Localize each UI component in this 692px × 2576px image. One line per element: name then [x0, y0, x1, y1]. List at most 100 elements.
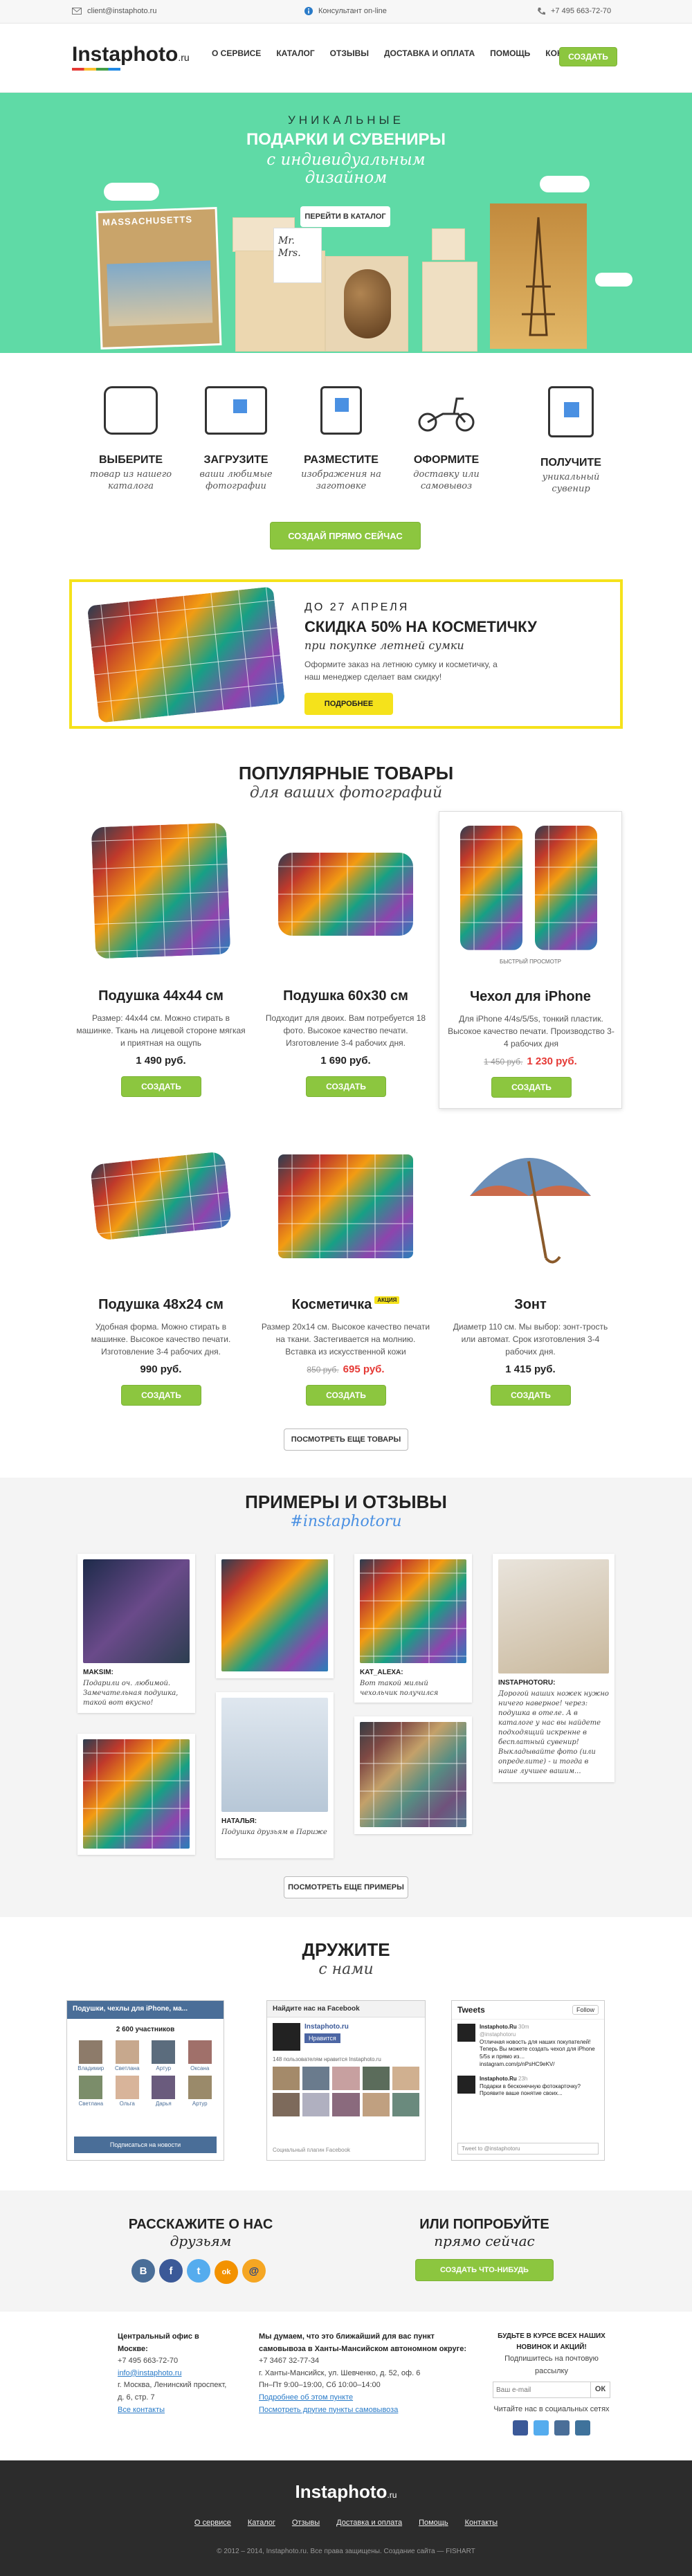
review-user[interactable]: НАТАЛЬЯ:	[221, 1817, 328, 1825]
twitter-icon[interactable]	[534, 2420, 549, 2436]
topbar-email[interactable]: client@instaphoto.ru	[72, 7, 156, 15]
product-image[interactable]	[91, 822, 231, 959]
product-create-button[interactable]: Создать	[491, 1385, 571, 1406]
product-image[interactable]	[278, 1154, 413, 1258]
product-name[interactable]: Подушка 60x30 см	[254, 988, 437, 1004]
product-name[interactable]: Чехол для iPhone	[439, 989, 621, 1005]
product-create-button[interactable]: Создать	[491, 1077, 572, 1098]
tw-avatar[interactable]	[457, 2075, 475, 2094]
nav-item-about[interactable]: О сервисе	[212, 48, 261, 58]
vk-member[interactable]: Оксана	[183, 2040, 217, 2071]
footer-nav-reviews[interactable]: Отзывы	[292, 2519, 320, 2527]
instagram-icon[interactable]	[575, 2420, 590, 2436]
fb-face[interactable]	[302, 2093, 330, 2116]
footer-nav-delivery[interactable]: Доставка и оплата	[336, 2519, 402, 2527]
facebook-icon[interactable]	[513, 2420, 528, 2436]
vk-subscribe-button[interactable]: Подписаться на новости	[74, 2137, 217, 2153]
footer-logo[interactable]: Instaphoto.ru	[0, 2481, 692, 2503]
product-image[interactable]	[535, 826, 597, 950]
fb-face[interactable]	[362, 2093, 390, 2116]
more-reviews-button[interactable]: Посмотреть еще примеры	[284, 1876, 408, 1898]
office-phone[interactable]: +7 495 663-72-70	[118, 2355, 228, 2368]
footer-nav-contacts[interactable]: Контакты	[465, 2519, 498, 2527]
fb-face[interactable]	[332, 2067, 360, 2090]
review-photo[interactable]	[498, 1559, 609, 1674]
product-create-button[interactable]: Создать	[306, 1076, 386, 1097]
product-image[interactable]	[460, 826, 522, 950]
product-create-button[interactable]: Создать	[121, 1385, 201, 1406]
nav-item-delivery[interactable]: Доставка и оплата	[384, 48, 475, 58]
subscribe-email-input[interactable]	[493, 2382, 591, 2399]
create-now-button[interactable]: Создай прямо сейчас	[270, 522, 421, 550]
header-create-button[interactable]: Создать	[559, 47, 617, 66]
fb-face[interactable]	[362, 2067, 390, 2090]
nav-item-reviews[interactable]: Отзывы	[330, 48, 369, 58]
review-photo[interactable]	[83, 1559, 190, 1663]
review-photo[interactable]	[83, 1739, 190, 1849]
topbar-chat[interactable]: Консультант on-line	[304, 7, 387, 15]
review-photo[interactable]	[360, 1559, 466, 1663]
nav-item-help[interactable]: Помощь	[490, 48, 530, 58]
fb-face[interactable]	[273, 2067, 300, 2090]
product-name-wrap[interactable]: Косметичка Акция	[254, 1296, 437, 1313]
office-email-link[interactable]: info@instaphoto.ru	[118, 2369, 182, 2377]
topbar-phone[interactable]: +7 495 663-72-70	[537, 7, 611, 15]
fb-like-button[interactable]: Нравится	[304, 2033, 340, 2043]
review-user[interactable]: KAT_ALEXA:	[360, 1669, 466, 1676]
tw-tweet-input[interactable]: Tweet to @instaphotoru	[457, 2143, 599, 2155]
tw-avatar[interactable]	[457, 2024, 475, 2042]
fb-face[interactable]	[392, 2093, 419, 2116]
nav-item-catalog[interactable]: Каталог	[276, 48, 314, 58]
footer-nav-help[interactable]: Помощь	[419, 2519, 448, 2527]
fb-page-name[interactable]: Instaphoto.ru	[304, 2023, 349, 2031]
tw-user[interactable]: Instaphoto.Ru	[480, 2076, 517, 2082]
tw-user[interactable]: Instaphoto.Ru	[480, 2024, 517, 2030]
product-name[interactable]: Подушка 44x44 см	[69, 988, 253, 1004]
twitter-icon[interactable]: t	[187, 2259, 210, 2283]
review-photo[interactable]	[221, 1559, 328, 1671]
odnoklassniki-icon[interactable]: ok	[215, 2260, 238, 2284]
vk-member[interactable]: Светлана	[74, 2076, 108, 2107]
fb-page-avatar[interactable]	[273, 2023, 300, 2051]
hero-catalog-button[interactable]: Перейти в каталог	[300, 206, 390, 227]
product-name[interactable]: Зонт	[439, 1297, 622, 1313]
create-something-button[interactable]: Создать что-нибудь	[415, 2259, 554, 2281]
review-photo[interactable]	[221, 1698, 328, 1812]
vk-member[interactable]: Владимир	[74, 2040, 108, 2071]
other-pickup-link[interactable]: Посмотреть другие пункты самовывоза	[259, 2406, 398, 2414]
fb-face[interactable]	[392, 2067, 419, 2090]
product-image[interactable]	[278, 853, 413, 936]
tw-follow-button[interactable]: Follow	[572, 2005, 599, 2015]
review-user[interactable]: INSTAPHOTORU:	[498, 1679, 609, 1687]
pickup-details-link[interactable]: Подробнее об этом пункте	[259, 2393, 353, 2402]
fb-face[interactable]	[273, 2093, 300, 2116]
vk-member[interactable]: Артур	[147, 2040, 181, 2071]
vk-member[interactable]: Артур	[183, 2076, 217, 2107]
product-image[interactable]	[463, 1134, 598, 1265]
more-products-button[interactable]: Посмотреть еще товары	[284, 1428, 408, 1451]
product-create-button[interactable]: Создать	[306, 1385, 386, 1406]
product-name[interactable]: Подушка 48x24 см	[69, 1297, 253, 1313]
review-photo[interactable]	[360, 1722, 466, 1827]
fb-face[interactable]	[302, 2067, 330, 2090]
footer-nav-catalog[interactable]: Каталог	[248, 2519, 275, 2527]
pickup-phone[interactable]: +7 3467 32-77-34	[259, 2355, 466, 2368]
all-contacts-link[interactable]: Все контакты	[118, 2406, 165, 2414]
product-create-button[interactable]: Создать	[121, 1076, 201, 1097]
vk-member[interactable]: Дарья	[147, 2076, 181, 2107]
footer-nav-about[interactable]: О сервисе	[194, 2519, 231, 2527]
subscribe-ok-button[interactable]: ОК	[591, 2382, 610, 2399]
logo[interactable]: Instaphoto.ru	[72, 43, 190, 71]
vk-widget-head[interactable]: Подушки, чехлы для iPhone, ма...	[67, 2001, 224, 2019]
facebook-icon[interactable]: f	[159, 2259, 183, 2283]
vk-icon[interactable]	[554, 2420, 570, 2436]
mailru-icon[interactable]: @	[242, 2259, 266, 2283]
review-user[interactable]: MAKSIM:	[83, 1669, 190, 1676]
reviews-hashtag[interactable]: #instaphotoru	[0, 1513, 692, 1530]
promo-more-button[interactable]: Подробнее	[304, 693, 393, 715]
fb-face[interactable]	[332, 2093, 360, 2116]
quick-view-link[interactable]: Быстрый просмотр	[439, 959, 621, 965]
vk-icon[interactable]: В	[131, 2259, 155, 2283]
vk-member[interactable]: Светлана	[111, 2040, 145, 2071]
vk-member[interactable]: Ольга	[111, 2076, 145, 2107]
